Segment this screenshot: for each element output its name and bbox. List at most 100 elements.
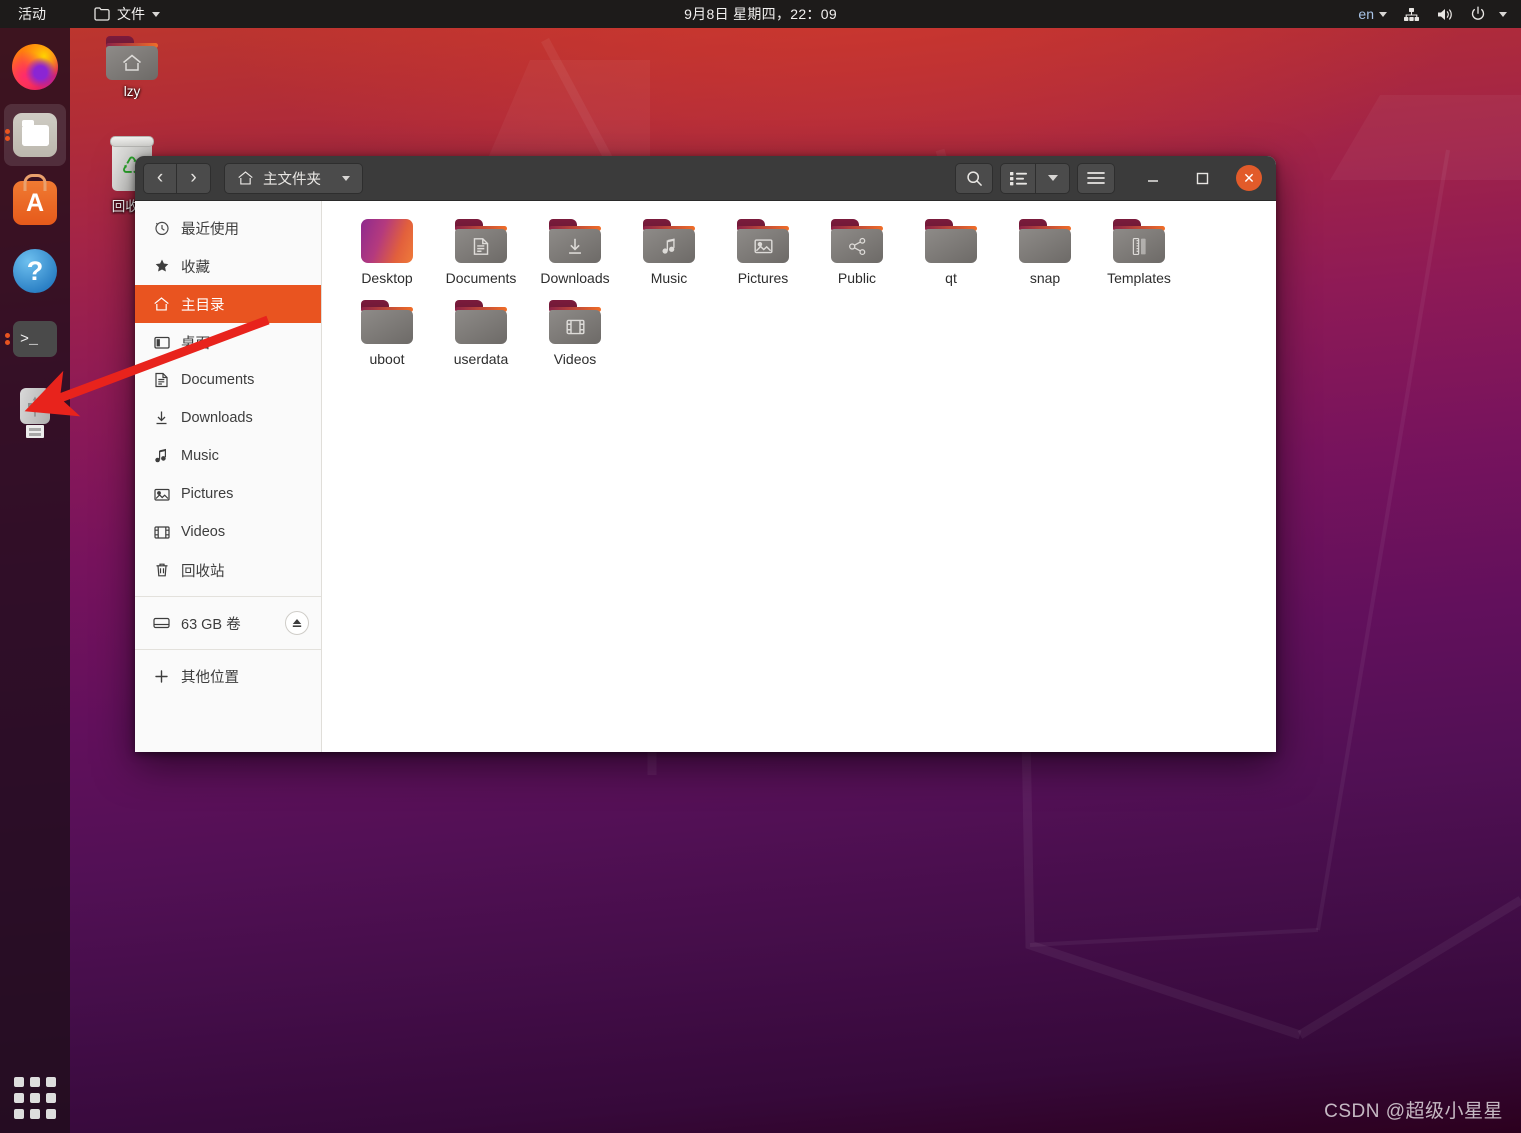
system-indicators: en [1350, 0, 1515, 28]
dock-item-firefox[interactable] [4, 36, 66, 98]
sidebar-item-downloads[interactable]: Downloads [135, 399, 321, 437]
file-item-label: Videos [553, 351, 597, 367]
file-item-userdata[interactable]: userdata [434, 300, 528, 367]
running-indicator [5, 331, 10, 347]
sidebar-item-recent[interactable]: 最近使用 [135, 209, 321, 247]
chevron-down-icon [1499, 11, 1507, 17]
dock-item-help[interactable]: ? [4, 240, 66, 302]
desktop-icon [153, 335, 170, 350]
music-icon [153, 448, 170, 464]
desktop-icon-home[interactable]: lzy [86, 36, 178, 99]
sidebar-item-label: Music [181, 448, 219, 464]
file-item-uboot[interactable]: uboot [340, 300, 434, 367]
sidebar-item-starred[interactable]: 收藏 [135, 247, 321, 285]
file-item-pictures[interactable]: Pictures [716, 219, 810, 286]
sidebar-item-volume[interactable]: 63 GB 卷 [135, 604, 321, 642]
sidebar-divider [135, 596, 321, 597]
plain-folder-icon [1019, 219, 1071, 263]
sidebar-item-label: 其他位置 [181, 669, 239, 686]
files-sidebar: 最近使用 收藏 主目录 桌面 Documents Downloads Music… [135, 201, 322, 752]
view-options-dropdown[interactable] [1036, 162, 1070, 194]
ubuntu-software-icon: A [13, 181, 57, 225]
dock-item-terminal[interactable]: >_ [4, 308, 66, 370]
sidebar-item-label: 回收站 [181, 563, 225, 580]
trash-icon [153, 562, 170, 578]
close-button[interactable]: ✕ [1236, 165, 1262, 191]
volume-icon [1436, 7, 1454, 22]
sidebar-item-home[interactable]: 主目录 [135, 285, 321, 323]
dock-item-usb-drive[interactable] [4, 382, 66, 444]
file-item-label: qt [945, 270, 957, 286]
sidebar-item-pictures[interactable]: Pictures [135, 475, 321, 513]
sidebar-item-label: 桌面 [181, 335, 210, 352]
dock-item-ubuntu-software[interactable]: A [4, 172, 66, 234]
sidebar-item-trash[interactable]: 回收站 [135, 551, 321, 589]
back-button[interactable]: ‹ [143, 162, 177, 194]
share-folder-icon [831, 219, 883, 263]
terminal-icon: >_ [13, 321, 57, 357]
forward-button[interactable]: › [177, 162, 211, 194]
files-window: ‹ › 主文件夹 ✕ 最近使用 收藏 主目录 桌面 Documents Down… [135, 156, 1276, 752]
chevron-down-icon [1047, 175, 1058, 181]
eject-button[interactable] [285, 611, 309, 635]
sidebar-item-music[interactable]: Music [135, 437, 321, 475]
close-button-wrap[interactable]: ✕ [1234, 163, 1264, 193]
firefox-icon [12, 44, 58, 90]
file-item-label: Documents [445, 270, 517, 286]
maximize-button[interactable] [1187, 163, 1217, 193]
dock: A ? >_ [0, 28, 70, 1133]
chevron-down-icon [342, 175, 350, 181]
show-applications-button[interactable] [12, 1075, 58, 1121]
volume-indicator[interactable] [1428, 0, 1462, 28]
power-indicator[interactable] [1462, 0, 1515, 28]
window-header-bar: ‹ › 主文件夹 ✕ [135, 156, 1276, 201]
sidebar-item-videos[interactable]: Videos [135, 513, 321, 551]
file-item-templates[interactable]: Templates [1092, 219, 1186, 286]
keyboard-layout-indicator[interactable]: en [1350, 0, 1395, 28]
file-item-label: uboot [369, 351, 405, 367]
list-view-icon [1009, 171, 1027, 186]
file-item-desktop[interactable]: Desktop [340, 219, 434, 286]
home-icon [237, 170, 254, 186]
music-folder-icon [643, 219, 695, 263]
file-item-downloads[interactable]: Downloads [528, 219, 622, 286]
list-view-button[interactable] [1000, 162, 1036, 194]
video-folder-icon [549, 300, 601, 344]
file-item-label: Templates [1107, 270, 1171, 286]
watermark: CSDN @超级小星星 [1324, 1101, 1503, 1122]
file-item-snap[interactable]: snap [998, 219, 1092, 286]
search-button[interactable] [955, 162, 993, 194]
files-icon [13, 113, 57, 157]
main-menu-button[interactable] [1077, 162, 1115, 194]
plain-folder-icon [361, 300, 413, 344]
file-item-qt[interactable]: qt [904, 219, 998, 286]
sidebar-item-label: Videos [181, 524, 226, 540]
folder-icon [94, 7, 110, 21]
download-folder-icon [549, 219, 601, 263]
sidebar-divider [135, 649, 321, 650]
file-item-label: Downloads [540, 270, 610, 286]
file-item-documents[interactable]: Documents [434, 219, 528, 286]
activities-button[interactable]: 活动 [8, 0, 56, 28]
path-bar-home[interactable]: 主文件夹 [224, 162, 363, 194]
minimize-button[interactable] [1138, 163, 1168, 193]
keyboard-layout-label: en [1358, 6, 1374, 22]
chevron-down-icon [1379, 11, 1387, 17]
wallpaper-thumb-icon [361, 219, 413, 263]
app-menu-files[interactable]: 文件 [84, 0, 170, 28]
video-icon [153, 525, 170, 540]
sidebar-item-documents[interactable]: Documents [135, 361, 321, 399]
sidebar-item-other-locations[interactable]: 其他位置 [135, 657, 321, 695]
dock-item-files[interactable] [4, 104, 66, 166]
home-icon [153, 296, 170, 312]
clock[interactable]: 9月8日 星期四，22：09 [631, 4, 891, 24]
app-menu-label: 文件 [117, 6, 145, 22]
file-item-videos[interactable]: Videos [528, 300, 622, 367]
document-folder-icon [455, 219, 507, 263]
clock-icon [153, 220, 170, 236]
file-item-public[interactable]: Public [810, 219, 904, 286]
template-folder-icon [1113, 219, 1165, 263]
network-indicator[interactable] [1395, 0, 1428, 28]
sidebar-item-desktop[interactable]: 桌面 [135, 323, 321, 361]
file-item-music[interactable]: Music [622, 219, 716, 286]
